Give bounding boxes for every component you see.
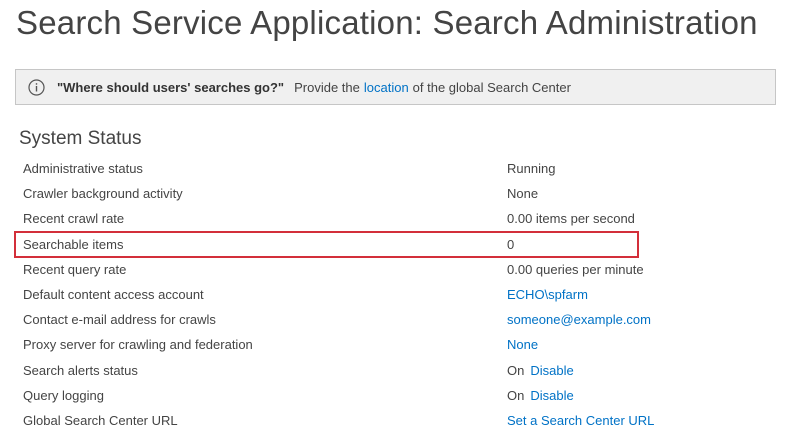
status-value: None bbox=[507, 186, 539, 202]
info-text-before: Provide the bbox=[294, 79, 360, 95]
set-search-center-url-link[interactable]: Set a Search Center URL bbox=[507, 413, 654, 428]
info-question: "Where should users' searches go?" bbox=[57, 79, 285, 95]
status-value: Running bbox=[507, 161, 556, 177]
search-alerts-state: On bbox=[507, 362, 525, 378]
status-row-administrative-status: Administrative status Running bbox=[23, 156, 683, 181]
status-value: 0.00 queries per minute bbox=[507, 261, 644, 277]
status-label: Default content access account bbox=[23, 287, 204, 303]
status-row-crawler-background-activity: Crawler background activity None bbox=[23, 181, 683, 206]
status-row-searchable-items: Searchable items 0 bbox=[23, 232, 683, 257]
status-row-query-logging: Query logging On Disable bbox=[23, 383, 683, 408]
proxy-server-link[interactable]: None bbox=[507, 337, 538, 352]
query-logging-state: On bbox=[507, 387, 525, 403]
status-row-contact-email: Contact e-mail address for crawls someon… bbox=[23, 307, 683, 332]
status-row-recent-crawl-rate: Recent crawl rate 0.00 items per second bbox=[23, 206, 683, 231]
status-row-proxy-server: Proxy server for crawling and federation… bbox=[23, 332, 683, 357]
status-label: Search alerts status bbox=[23, 362, 138, 378]
contact-email-link[interactable]: someone@example.com bbox=[507, 312, 651, 327]
status-label: Recent crawl rate bbox=[23, 211, 125, 227]
status-label: Recent query rate bbox=[23, 261, 127, 277]
status-label: Administrative status bbox=[23, 161, 143, 177]
status-value: On Disable bbox=[507, 363, 574, 378]
status-row-global-search-center-url: Global Search Center URL Set a Search Ce… bbox=[23, 408, 683, 433]
status-value: 0.00 items per second bbox=[507, 211, 635, 227]
status-row-search-alerts-status: Search alerts status On Disable bbox=[23, 358, 683, 383]
status-row-recent-query-rate: Recent query rate 0.00 queries per minut… bbox=[23, 257, 683, 282]
info-icon bbox=[28, 78, 45, 96]
status-label: Query logging bbox=[23, 387, 104, 403]
system-status-title: System Status bbox=[19, 128, 142, 149]
status-row-default-content-access-account: Default content access account ECHO\spfa… bbox=[23, 282, 683, 307]
search-alerts-disable-link[interactable]: Disable bbox=[530, 363, 573, 378]
status-label: Contact e-mail address for crawls bbox=[23, 312, 216, 328]
query-logging-disable-link[interactable]: Disable bbox=[530, 388, 573, 403]
status-label: Searchable items bbox=[23, 236, 124, 252]
info-bar: "Where should users' searches go?" Provi… bbox=[15, 69, 776, 105]
location-link[interactable]: location bbox=[364, 80, 409, 95]
status-label: Crawler background activity bbox=[23, 186, 183, 202]
page-title: Search Service Application: Search Admin… bbox=[16, 4, 758, 41]
status-label: Global Search Center URL bbox=[23, 412, 178, 428]
content-access-account-link[interactable]: ECHO\spfarm bbox=[507, 287, 588, 302]
system-status-table: Administrative status Running Crawler ba… bbox=[23, 156, 683, 433]
status-label: Proxy server for crawling and federation bbox=[23, 337, 253, 353]
status-value: On Disable bbox=[507, 388, 574, 403]
info-text-after: of the global Search Center bbox=[412, 79, 571, 95]
status-value: 0 bbox=[507, 236, 515, 252]
